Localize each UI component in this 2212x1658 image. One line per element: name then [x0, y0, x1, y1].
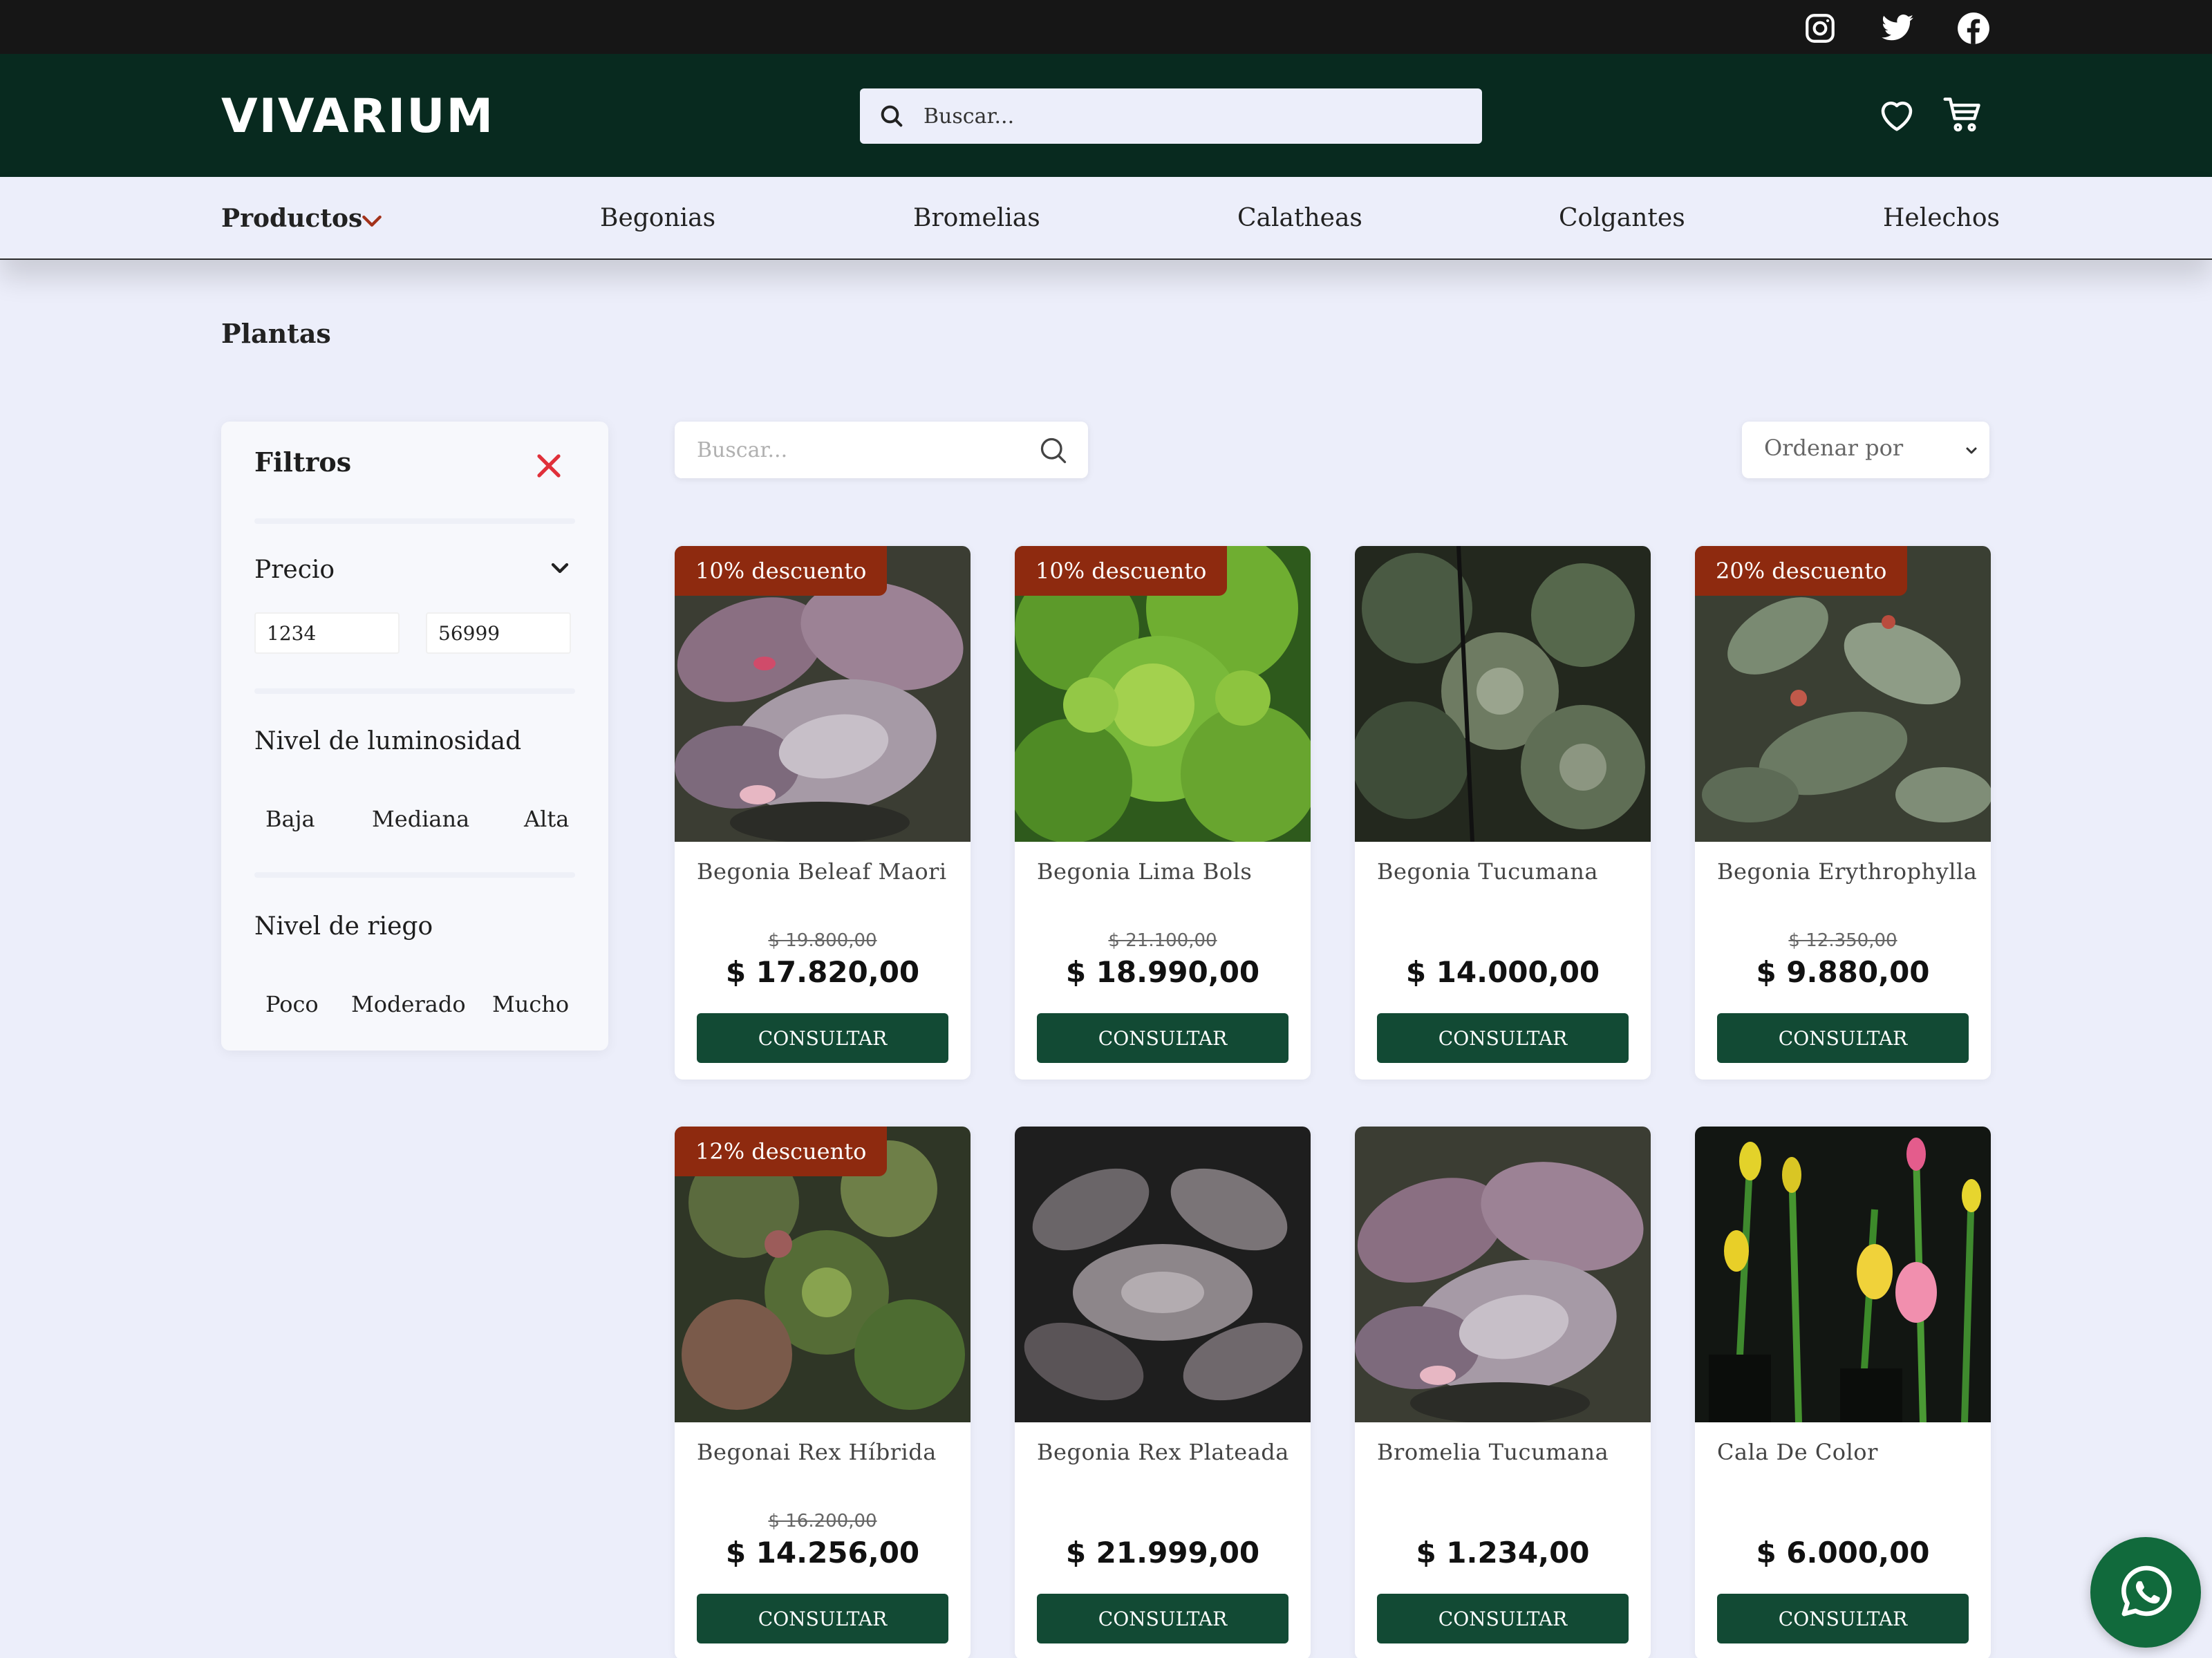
- divider: [254, 872, 575, 878]
- cart-icon[interactable]: [1942, 94, 1984, 135]
- page-title: Plantas: [221, 318, 331, 349]
- chevron-down-icon: [362, 215, 382, 227]
- water-filter-title: Nivel de riego: [254, 912, 433, 941]
- heart-icon[interactable]: [1876, 94, 1918, 135]
- consult-button[interactable]: CONSULTAR: [1717, 1013, 1969, 1063]
- consult-button[interactable]: CONSULTAR: [1037, 1594, 1288, 1643]
- product-name[interactable]: Cala De Color: [1717, 1439, 1878, 1465]
- filters-panel: Filtros Precio Nivel de luminosidad Baja…: [221, 422, 608, 1051]
- divider: [254, 688, 575, 694]
- sort-label: Ordenar por: [1764, 435, 1904, 461]
- social-bar: [0, 0, 2212, 54]
- product-search-input[interactable]: [697, 422, 1029, 478]
- product-card[interactable]: Begonia Tucumana $ 14.000,00 CONSULTAR: [1355, 546, 1651, 1080]
- divider: [254, 518, 575, 524]
- product-card[interactable]: Bromelia Tucumana $ 1.234,00 CONSULTAR: [1355, 1127, 1651, 1658]
- product-card[interactable]: 20% descuento Begonia Erythrophylla $ 12…: [1695, 546, 1991, 1080]
- product-search-bar[interactable]: [675, 422, 1088, 478]
- original-price: $ 19.800,00: [768, 930, 877, 951]
- nav-item-calatheas[interactable]: Calatheas: [1237, 201, 1362, 236]
- product-card[interactable]: Begonia Rex Plateada $ 21.999,00 CONSULT…: [1015, 1127, 1311, 1658]
- product-name[interactable]: Begonia Lima Bols: [1037, 858, 1252, 885]
- product-name[interactable]: Begonia Beleaf Maori: [697, 858, 947, 885]
- product-price: $ 17.820,00: [725, 955, 920, 989]
- facebook-icon[interactable]: [1956, 11, 1991, 46]
- header: VIVARIUM: [0, 54, 2212, 177]
- price-max-input[interactable]: [426, 612, 571, 654]
- nav-item-begonias[interactable]: Begonias: [600, 201, 715, 236]
- water-option-moderado[interactable]: Moderado: [351, 991, 466, 1017]
- consult-button[interactable]: CONSULTAR: [1377, 1594, 1629, 1643]
- product-image[interactable]: [1355, 546, 1651, 842]
- product-name[interactable]: Begonia Rex Plateada: [1037, 1439, 1289, 1465]
- consult-button[interactable]: CONSULTAR: [1037, 1013, 1288, 1063]
- chevron-down-icon[interactable]: [546, 554, 574, 582]
- twitter-icon[interactable]: [1880, 11, 1915, 46]
- product-name[interactable]: Bromelia Tucumana: [1377, 1439, 1609, 1465]
- original-price: $ 21.100,00: [1108, 930, 1217, 951]
- light-filter-title: Nivel de luminosidad: [254, 727, 522, 755]
- product-card[interactable]: Cala De Color $ 6.000,00 CONSULTAR: [1695, 1127, 1991, 1658]
- consult-button[interactable]: CONSULTAR: [1377, 1013, 1629, 1063]
- close-icon[interactable]: [532, 449, 565, 482]
- product-price: $ 6.000,00: [1756, 1536, 1930, 1570]
- product-price: $ 14.000,00: [1405, 955, 1600, 989]
- price-filter-title[interactable]: Precio: [254, 556, 335, 584]
- price-min-input[interactable]: [254, 612, 400, 654]
- original-price: $ 16.200,00: [768, 1511, 877, 1532]
- nav-item-helechos[interactable]: Helechos: [1883, 201, 2000, 236]
- consult-button[interactable]: CONSULTAR: [697, 1013, 948, 1063]
- water-option-mucho[interactable]: Mucho: [492, 991, 569, 1017]
- category-nav: Productos Begonias Bromelias Calatheas C…: [0, 177, 2212, 260]
- product-price: $ 14.256,00: [725, 1536, 920, 1570]
- product-image[interactable]: [1355, 1127, 1651, 1422]
- product-image[interactable]: [1695, 1127, 1991, 1422]
- light-option-baja[interactable]: Baja: [265, 806, 315, 832]
- product-price: $ 1.234,00: [1416, 1536, 1590, 1570]
- nav-products-label: Productos: [221, 204, 363, 233]
- product-card[interactable]: 12% descuento Begonai Rex Híbrida $ 16.2…: [675, 1127, 971, 1658]
- product-price: $ 9.880,00: [1756, 955, 1930, 989]
- discount-badge: 12% descuento: [675, 1127, 888, 1176]
- whatsapp-button[interactable]: [2090, 1537, 2201, 1648]
- filters-title: Filtros: [254, 446, 352, 478]
- light-option-mediana[interactable]: Mediana: [372, 806, 469, 832]
- search-icon: [881, 105, 903, 127]
- light-option-alta[interactable]: Alta: [524, 806, 569, 832]
- logo[interactable]: VIVARIUM: [221, 88, 494, 145]
- discount-badge: 20% descuento: [1695, 546, 1908, 596]
- whatsapp-icon: [2121, 1565, 2172, 1617]
- consult-button[interactable]: CONSULTAR: [697, 1594, 948, 1643]
- header-search-input[interactable]: [924, 88, 1463, 144]
- chevron-down-icon: [1966, 447, 1977, 454]
- product-card[interactable]: 10% descuento Begonia Lima Bols $ 21.100…: [1015, 546, 1311, 1080]
- product-card[interactable]: 10% descuento Begonia Beleaf Maori $ 19.…: [675, 546, 971, 1080]
- original-price: $ 12.350,00: [1788, 930, 1897, 951]
- product-image[interactable]: [1015, 1127, 1311, 1422]
- product-name[interactable]: Begonai Rex Híbrida: [697, 1439, 937, 1465]
- header-search-bar[interactable]: [860, 88, 1482, 144]
- water-option-poco[interactable]: Poco: [265, 991, 319, 1017]
- product-name[interactable]: Begonia Tucumana: [1377, 858, 1598, 885]
- product-name[interactable]: Begonia Erythrophylla: [1717, 858, 1977, 885]
- product-price: $ 18.990,00: [1065, 955, 1260, 989]
- consult-button[interactable]: CONSULTAR: [1717, 1594, 1969, 1643]
- discount-badge: 10% descuento: [675, 546, 888, 596]
- product-price: $ 21.999,00: [1065, 1536, 1260, 1570]
- instagram-icon[interactable]: [1803, 11, 1837, 46]
- discount-badge: 10% descuento: [1015, 546, 1228, 596]
- sort-select[interactable]: Ordenar por: [1742, 422, 1989, 478]
- nav-item-bromelias[interactable]: Bromelias: [913, 201, 1040, 236]
- nav-products-dropdown[interactable]: Productos: [221, 201, 382, 236]
- search-icon[interactable]: [1038, 435, 1069, 466]
- nav-item-colgantes[interactable]: Colgantes: [1559, 201, 1685, 236]
